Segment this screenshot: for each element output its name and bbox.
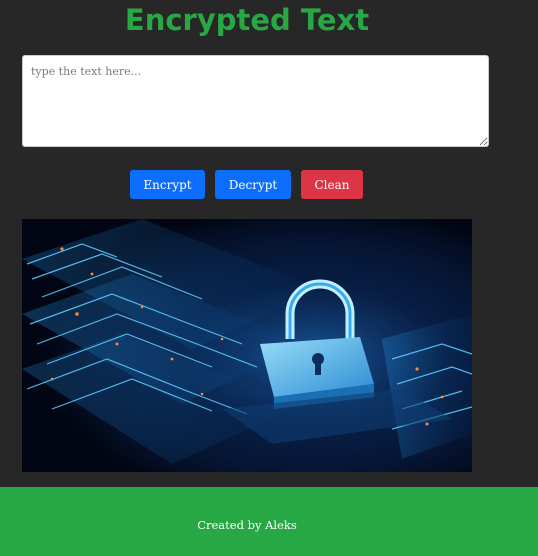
decrypt-button[interactable]: Decrypt (215, 170, 291, 199)
text-input[interactable] (22, 55, 489, 147)
clean-button[interactable]: Clean (301, 170, 363, 199)
cyber-security-image (22, 219, 472, 472)
encrypt-button[interactable]: Encrypt (130, 170, 205, 199)
footer-credit: Created by Aleks (197, 517, 297, 532)
page-title: Encrypted Text (124, 3, 370, 37)
footer: Created by Aleks (0, 487, 538, 556)
